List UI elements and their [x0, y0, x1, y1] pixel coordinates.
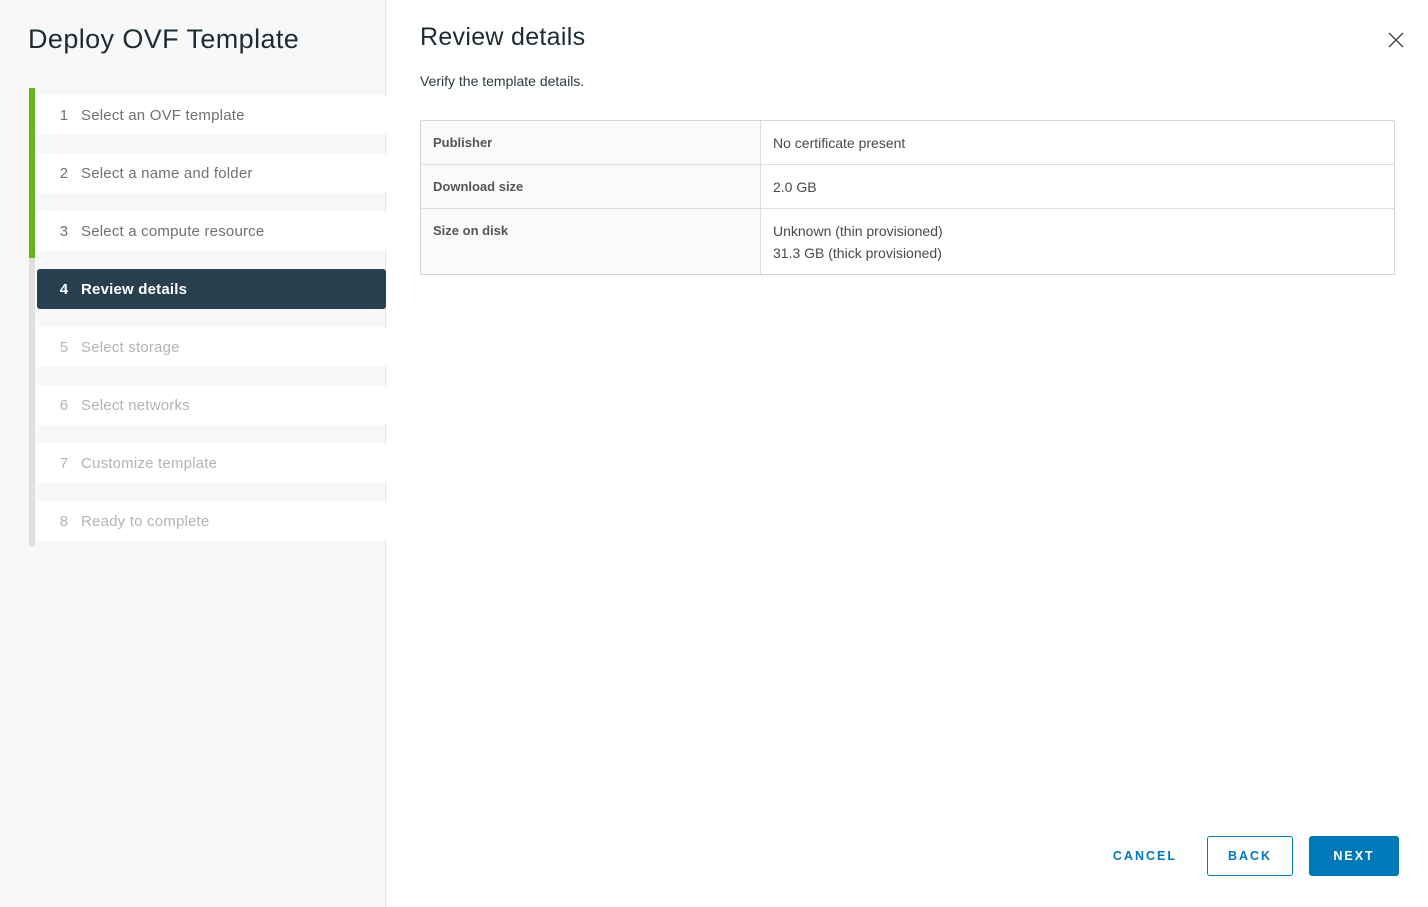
- row-value: No certificate present: [761, 121, 1394, 164]
- wizard-main-panel: Review details Verify the template detai…: [386, 0, 1428, 907]
- step-label: Select a name and folder: [81, 165, 253, 182]
- page-subtitle: Verify the template details.: [420, 73, 1428, 89]
- row-label: Size on disk: [421, 209, 761, 274]
- row-value: 2.0 GB: [761, 165, 1394, 208]
- step-number: 4: [57, 281, 71, 298]
- step-label: Select a compute resource: [81, 223, 264, 240]
- step-select-ovf-template[interactable]: 1 Select an OVF template: [37, 95, 386, 135]
- step-number: 2: [57, 165, 71, 182]
- wizard-footer-actions: CANCEL BACK NEXT: [1111, 836, 1399, 876]
- step-label: Review details: [81, 281, 187, 298]
- wizard-sidebar: Deploy OVF Template 1 Select an OVF temp…: [0, 0, 386, 907]
- cancel-button[interactable]: CANCEL: [1111, 836, 1179, 876]
- value-line: 31.3 GB (thick provisioned): [773, 244, 1382, 262]
- step-number: 7: [57, 455, 71, 472]
- value-line: 2.0 GB: [773, 178, 1382, 196]
- step-label: Ready to complete: [81, 513, 209, 530]
- step-label: Select networks: [81, 397, 190, 414]
- progress-bar-remaining: [29, 258, 35, 546]
- step-number: 1: [57, 107, 71, 124]
- back-button[interactable]: BACK: [1207, 836, 1293, 876]
- table-row-download-size: Download size 2.0 GB: [421, 165, 1394, 209]
- close-icon[interactable]: [1384, 28, 1408, 52]
- step-ready-to-complete: 8 Ready to complete: [37, 501, 386, 541]
- deploy-ovf-template-dialog: Deploy OVF Template 1 Select an OVF temp…: [0, 0, 1428, 907]
- step-select-compute-resource[interactable]: 3 Select a compute resource: [37, 211, 386, 251]
- step-select-storage: 5 Select storage: [37, 327, 386, 367]
- step-select-name-folder[interactable]: 2 Select a name and folder: [37, 153, 386, 193]
- step-number: 6: [57, 397, 71, 414]
- step-customize-template: 7 Customize template: [37, 443, 386, 483]
- step-number: 3: [57, 223, 71, 240]
- step-label: Select an OVF template: [81, 107, 245, 124]
- table-row-size-on-disk: Size on disk Unknown (thin provisioned) …: [421, 209, 1394, 274]
- review-details-table: Publisher No certificate present Downloa…: [420, 120, 1395, 275]
- row-label: Publisher: [421, 121, 761, 164]
- dialog-title: Deploy OVF Template: [28, 24, 299, 55]
- value-line: Unknown (thin provisioned): [773, 222, 1382, 240]
- table-row-publisher: Publisher No certificate present: [421, 121, 1394, 165]
- step-label: Select storage: [81, 339, 180, 356]
- row-label: Download size: [421, 165, 761, 208]
- value-line: No certificate present: [773, 134, 1382, 152]
- step-number: 5: [57, 339, 71, 356]
- wizard-steps: 1 Select an OVF template 2 Select a name…: [0, 95, 385, 559]
- next-button[interactable]: NEXT: [1309, 836, 1399, 876]
- step-number: 8: [57, 513, 71, 530]
- step-select-networks: 6 Select networks: [37, 385, 386, 425]
- row-value: Unknown (thin provisioned) 31.3 GB (thic…: [761, 209, 1394, 274]
- page-title: Review details: [420, 23, 1428, 52]
- progress-bar-completed: [29, 88, 35, 258]
- step-label: Customize template: [81, 455, 217, 472]
- step-review-details[interactable]: 4 Review details: [37, 269, 386, 309]
